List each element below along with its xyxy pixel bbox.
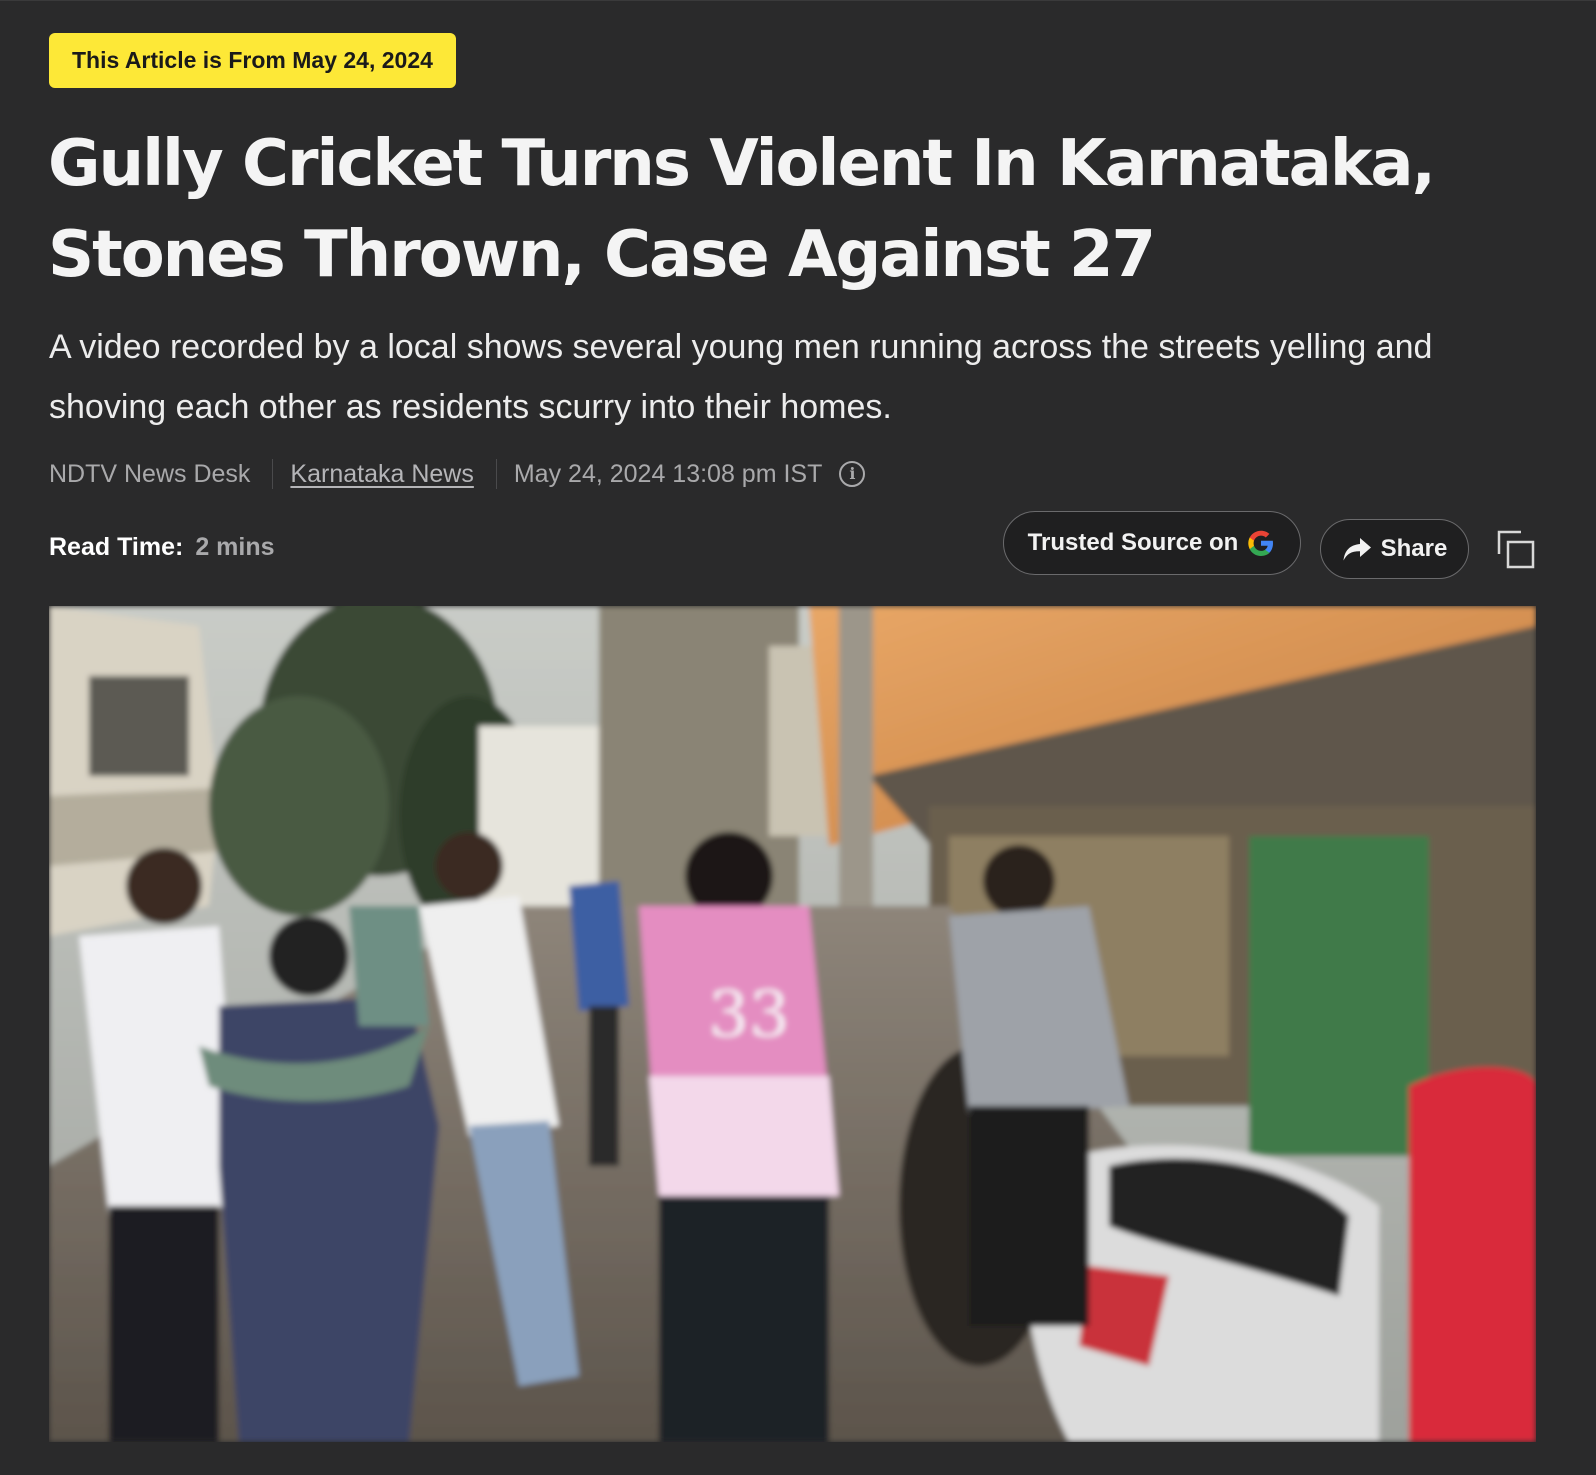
info-icon[interactable]: i <box>839 461 866 487</box>
copy-icon[interactable] <box>1496 529 1536 569</box>
article-page: This Article is From May 24, 2024 Gully … <box>0 0 1596 1475</box>
author-name: NDTV News Desk <box>49 459 251 488</box>
article-summary: A video recorded by a local shows severa… <box>49 328 1433 426</box>
meta-divider <box>495 459 497 489</box>
share-label: Share <box>1380 535 1448 562</box>
share-arrow-icon <box>1342 536 1372 562</box>
article-headline: Gully Cricket Turns Violent In Karnataka… <box>48 127 1436 292</box>
article-date-badge: This Article is From May 24, 2024 <box>49 33 456 88</box>
read-time: Read Time: 2 mins <box>49 527 275 567</box>
jersey-number: 33 <box>708 978 789 1052</box>
meta-divider <box>272 459 274 489</box>
article-hero-image: 33 <box>49 606 1536 1442</box>
trusted-source-button[interactable]: Trusted Source on <box>1003 511 1301 575</box>
article-meta: NDTV News Desk Karnataka News May 24, 20… <box>49 454 866 494</box>
street-scene-image: 33 <box>49 606 1536 1442</box>
read-time-value: 2 mins <box>195 532 275 561</box>
google-g-icon <box>1246 528 1276 558</box>
category-link[interactable]: Karnataka News <box>290 460 473 489</box>
read-time-label: Read Time: <box>49 532 184 561</box>
published-timestamp: May 24, 2024 13:08 pm IST <box>513 459 823 488</box>
share-button[interactable]: Share <box>1320 519 1469 579</box>
trusted-source-label: Trusted Source on <box>1027 529 1239 556</box>
